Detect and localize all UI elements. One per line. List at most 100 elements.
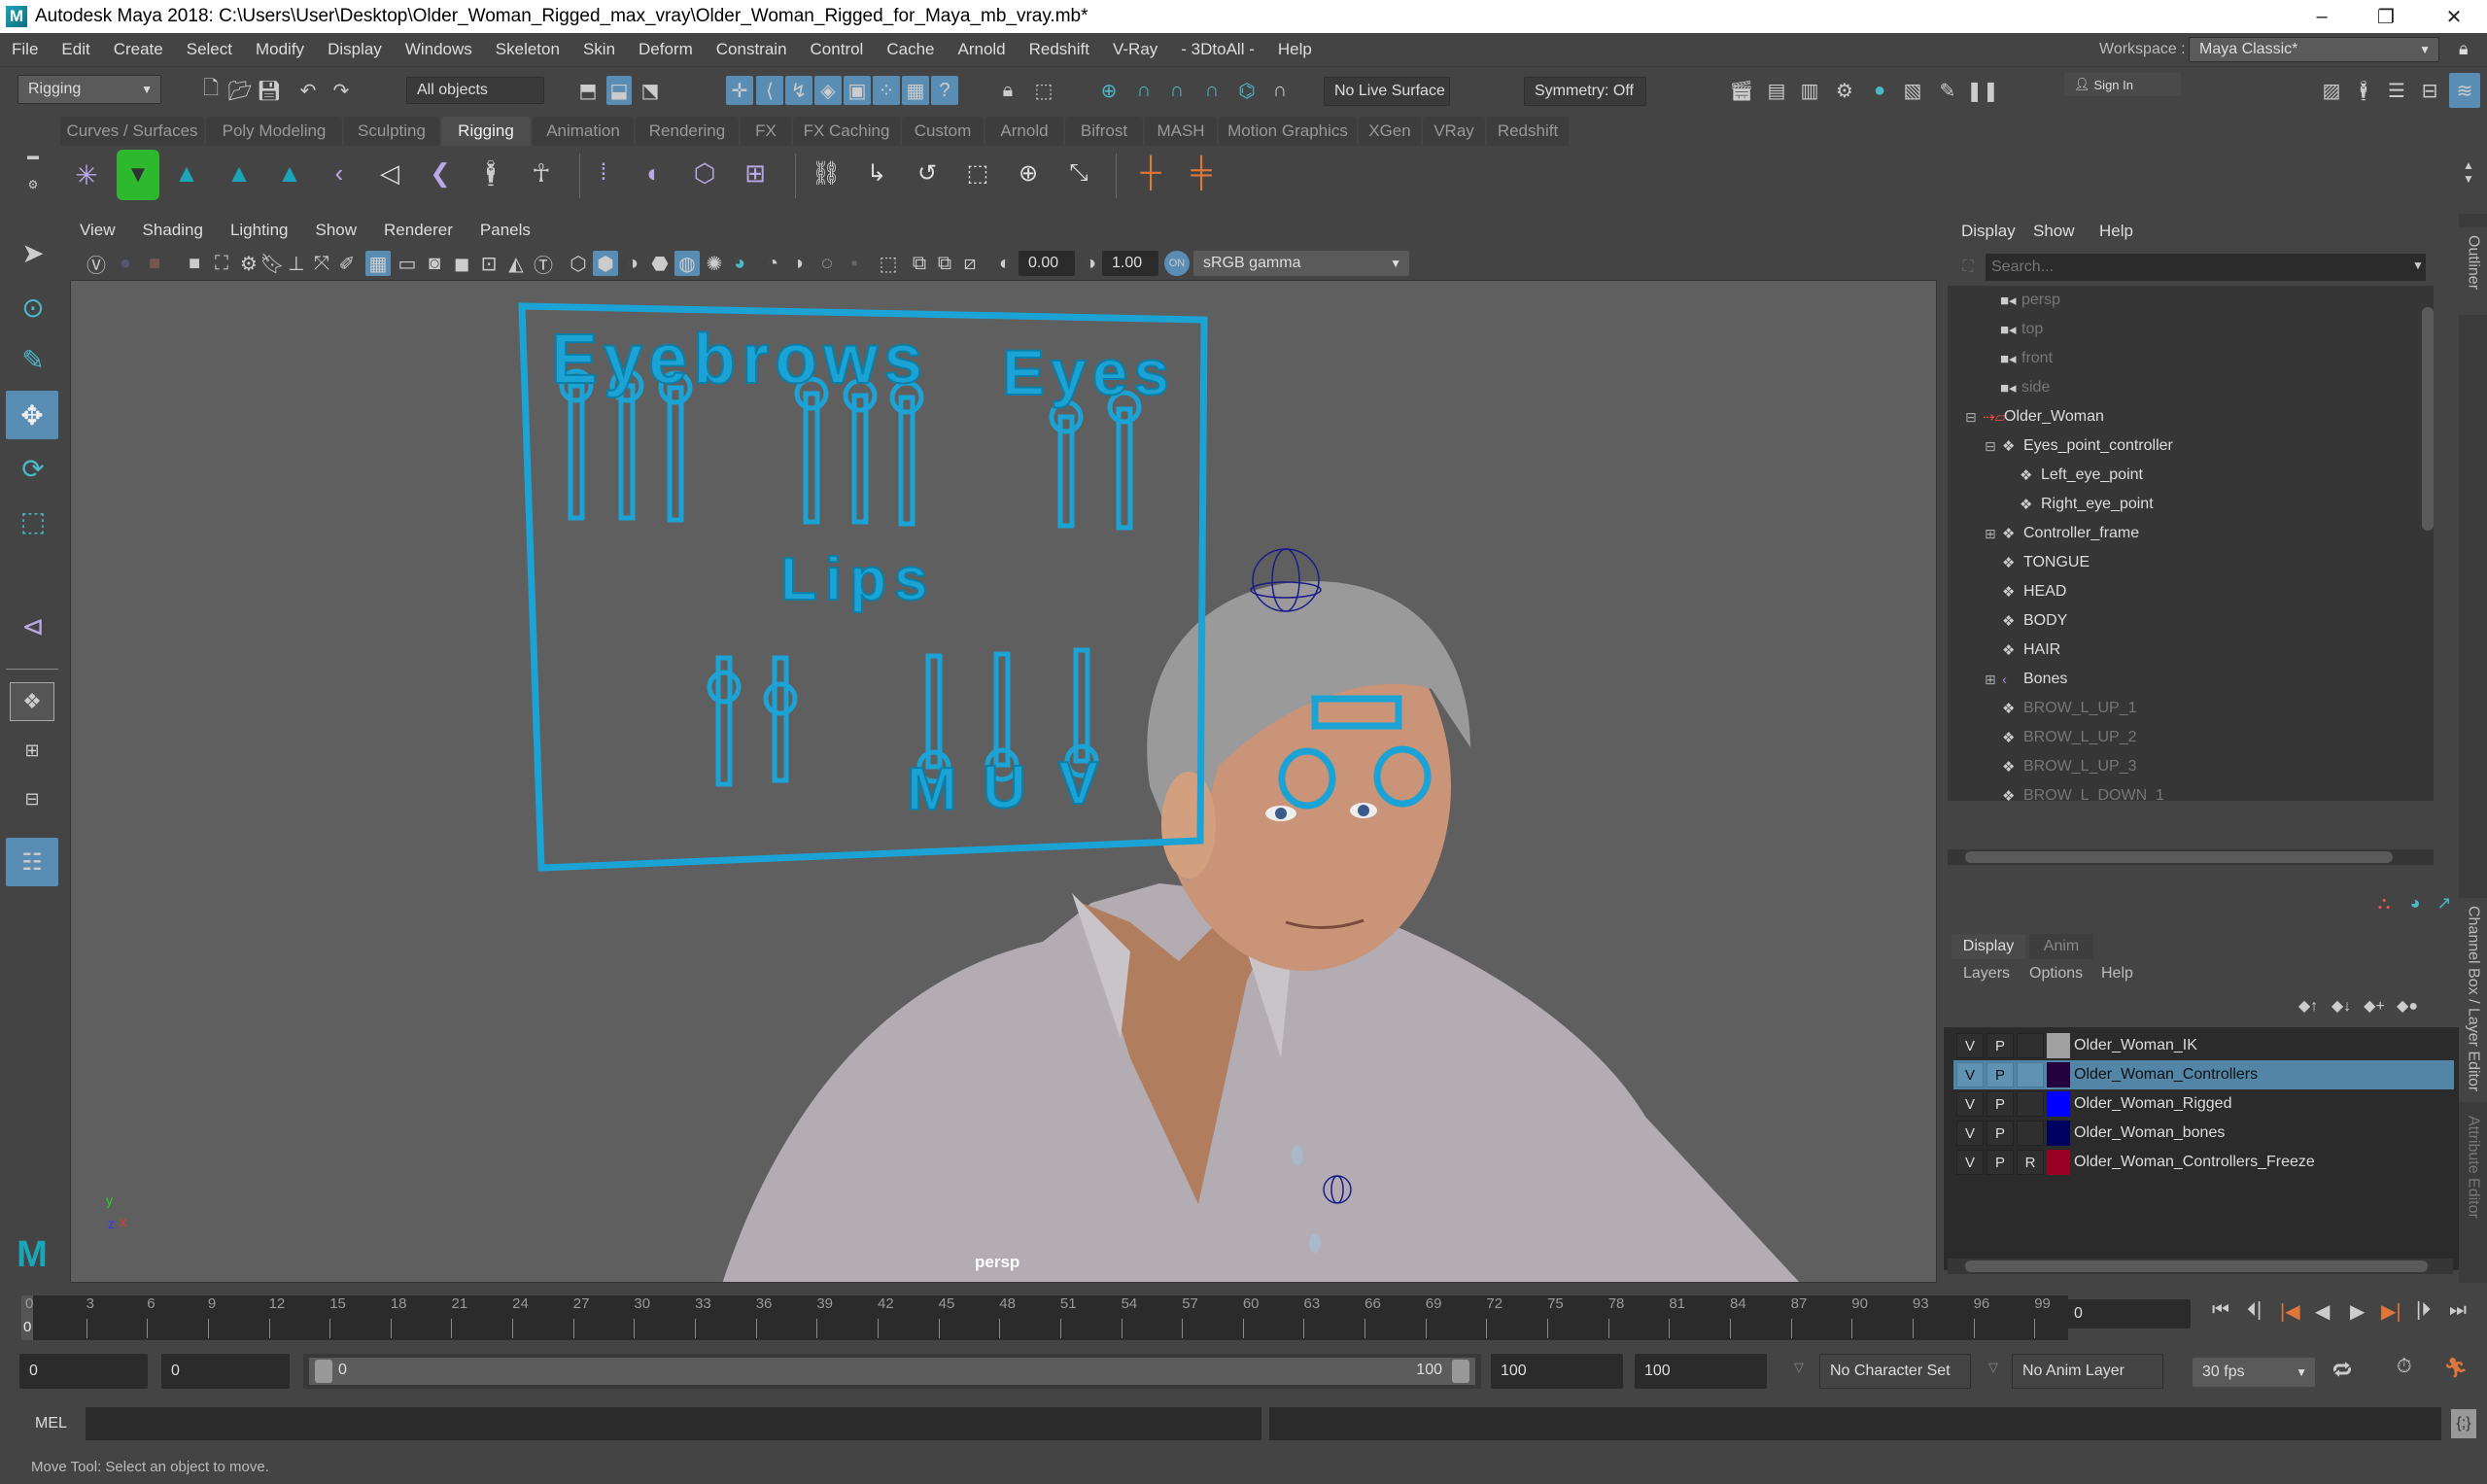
shelf-tab-mash[interactable]: MASH [1145, 117, 1217, 146]
mash-icon-1[interactable]: ▲ [169, 154, 204, 192]
collapse-icon[interactable]: ⊟ [1985, 438, 1996, 455]
channel-box-options-icon[interactable]: ↗ [2432, 891, 2457, 915]
outliner-menu-help[interactable]: Help [2099, 222, 2133, 241]
open-scene-icon[interactable]: 📂︎ [227, 77, 253, 104]
layer-menu-options[interactable]: Options [2029, 965, 2083, 983]
magnet-live-icon[interactable]: ∩ [1265, 76, 1295, 105]
aim-constraint-icon[interactable]: ⊕ [1011, 154, 1046, 192]
new-scene-icon[interactable]: 🗋 [198, 77, 224, 104]
render-icon[interactable]: ▦ [902, 76, 929, 105]
vray-icon[interactable]: Ⓥ [84, 251, 109, 277]
side-tab-outliner[interactable]: Outliner [2459, 227, 2487, 315]
locator-icon[interactable]: ▼ [117, 150, 159, 200]
layer-row[interactable]: V P Older_Woman_IK [1953, 1031, 2454, 1060]
layer-row[interactable]: V P Older_Woman_bones [1953, 1119, 2454, 1148]
layer-color-swatch[interactable] [2047, 1150, 2070, 1175]
workspace-dropdown[interactable]: Maya Classic* ▼ [2189, 37, 2439, 62]
pause-render-icon[interactable]: ❚❚ [1966, 77, 1999, 104]
vp-menu-show[interactable]: Show [316, 221, 358, 240]
go-to-end-icon[interactable]: ⏭ [2449, 1299, 2467, 1322]
rotate-tool-icon[interactable]: ⟳ [12, 447, 54, 490]
slider-knob[interactable] [707, 670, 742, 705]
highlight-selection-icon[interactable]: ⬚ [1032, 76, 1055, 105]
current-frame-field[interactable]: 0 [2064, 1299, 2191, 1329]
lock-camera-icon[interactable]: ⛶ [210, 251, 233, 276]
chevron-down-icon[interactable]: ▼ [2412, 259, 2424, 272]
layer-visibility-toggle[interactable]: V [1956, 1150, 1984, 1175]
magnet-point-icon[interactable]: ∩ [1162, 76, 1192, 105]
shelf-settings-icon[interactable]: ⚙︎ [27, 175, 39, 194]
hypershade-icon[interactable]: ● [1866, 77, 1893, 104]
snap-curve-icon[interactable]: ⟨ [756, 76, 783, 105]
shelf-tab-xgen[interactable]: XGen [1359, 117, 1421, 146]
step-forward-key-icon[interactable]: |⏵ [2416, 1299, 2431, 1322]
select-by-component-icon[interactable]: ⬔ [638, 76, 663, 105]
save-scene-icon[interactable]: 💾︎ [257, 77, 282, 104]
move-pivot-icon[interactable]: ⛬ [2371, 891, 2397, 915]
blend-shape-icon[interactable]: ◐ [638, 154, 671, 192]
script-editor-icon[interactable]: {;} [2451, 1409, 2476, 1438]
side-tab-channel-box[interactable]: Channel Box / Layer Editor [2459, 898, 2487, 1102]
scrollbar-thumb[interactable] [2422, 307, 2434, 531]
shelf-scroll-icon[interactable]: ▲ ▼ [2459, 146, 2478, 198]
playback-end-field[interactable]: 100 [1491, 1354, 1623, 1389]
two-view-layout-icon[interactable]: ⊟ [10, 779, 54, 818]
vp-menu-renderer[interactable]: Renderer [384, 221, 453, 240]
grid-icon[interactable]: ▦ [365, 251, 391, 276]
step-back-key-icon[interactable]: ⏴| [2247, 1299, 2262, 1322]
layer-playback-toggle[interactable]: P [1986, 1150, 2014, 1175]
maximize-button[interactable]: ❐ [2354, 0, 2418, 33]
step-forward-frame-icon[interactable]: ▶| [2381, 1299, 2401, 1324]
menu-redshift[interactable]: Redshift [1018, 40, 1101, 59]
shelf-tab-motion-graphics[interactable]: Motion Graphics [1219, 117, 1357, 146]
magnet-grid-icon[interactable]: ⊕ [1094, 76, 1123, 105]
layer-display-type-toggle[interactable]: R [2017, 1150, 2044, 1175]
lock-icon[interactable]: 🔒︎ [2459, 39, 2469, 59]
smooth-shade-icon[interactable]: ⬢ [593, 251, 618, 276]
render-view-icon[interactable]: 🎬︎ [1728, 77, 1755, 104]
point-constraint-icon[interactable]: ↳ [859, 154, 894, 192]
shelf-tab-bifrost[interactable]: Bifrost [1065, 117, 1143, 146]
animation-start-field[interactable]: 0 [19, 1354, 148, 1389]
menu-constrain[interactable]: Constrain [705, 40, 799, 59]
vp-menu-view[interactable]: View [80, 221, 116, 240]
gamma-icon[interactable]: ◑ [1081, 251, 1100, 276]
shelf-menu-icon[interactable]: ▬ [27, 146, 39, 165]
constraint-driver-icon[interactable]: ╪ [1184, 154, 1219, 192]
menu-3dtoall[interactable]: - 3DtoAll - [1169, 40, 1266, 59]
sign-in-button[interactable]: 👤︎ Sign In [2064, 73, 2181, 96]
layer-visibility-toggle[interactable]: V [1956, 1062, 1984, 1087]
layer-row[interactable]: V P R Older_Woman_Controllers_Freeze [1953, 1148, 2454, 1177]
symmetry-dropdown[interactable]: Symmetry: Off [1524, 77, 1646, 106]
minimize-button[interactable]: – [2290, 0, 2354, 33]
select-camera-icon[interactable]: ■ [183, 251, 206, 276]
exposure-field[interactable]: 0.00 [1019, 251, 1075, 276]
magnet-view-icon[interactable]: ∩ [1197, 76, 1226, 105]
layer-color-swatch[interactable] [2047, 1062, 2070, 1087]
go-to-start-icon[interactable]: ⏮ [2212, 1299, 2229, 1322]
ik-handle-icon[interactable]: ‹ [323, 154, 356, 192]
undo-icon[interactable]: ↶ [295, 77, 321, 104]
script-language-label[interactable]: MEL [35, 1415, 67, 1432]
magnet-surface-icon[interactable]: ⌬ [1232, 76, 1261, 105]
outliner-menu-show[interactable]: Show [2033, 222, 2075, 241]
safe-title-icon[interactable]: Ⓣ [531, 251, 556, 277]
move-layer-down-icon[interactable]: ◆↓ [2327, 994, 2356, 1018]
mash-icon-2[interactable]: ▲ [222, 154, 257, 192]
cluster-icon[interactable]: ⊞ [739, 154, 772, 192]
help-icon[interactable]: ? [931, 76, 958, 105]
outliner-hscrollbar[interactable] [1948, 849, 2434, 865]
viewport-ui-icon-2[interactable]: ■ [142, 251, 167, 276]
shelf-tab-rigging[interactable]: Rigging [441, 117, 531, 146]
shelf-tab-rendering[interactable]: Rendering [636, 117, 739, 146]
shelf-tab-fx[interactable]: FX [741, 117, 791, 146]
ipr-render-icon[interactable]: ▥ [1796, 77, 1823, 104]
new-layer-from-selected-icon[interactable]: ◆● [2393, 994, 2422, 1018]
select-by-object-icon[interactable]: ⬓ [606, 76, 632, 105]
menu-modify[interactable]: Modify [244, 40, 316, 59]
scrollbar-thumb[interactable] [1965, 851, 2393, 863]
layer-visibility-toggle[interactable]: V [1956, 1121, 1984, 1146]
paint-select-tool-icon[interactable]: ✎ [12, 338, 54, 381]
layer-display-type-toggle[interactable] [2017, 1091, 2044, 1117]
select-tool-icon[interactable]: ➤ [12, 231, 54, 274]
